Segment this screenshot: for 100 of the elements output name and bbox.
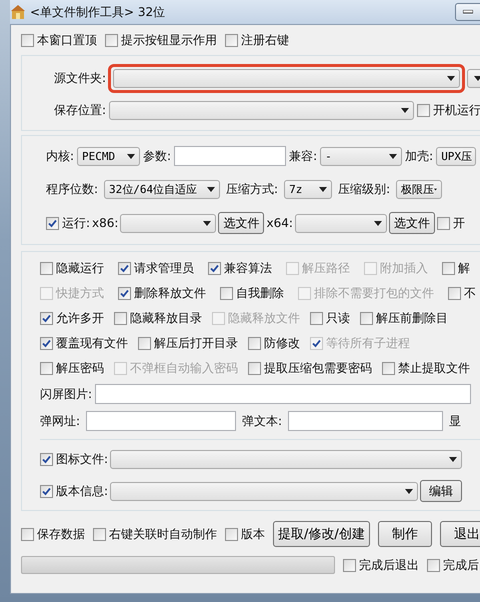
field-label: 弹文本: xyxy=(242,412,282,430)
field-label: 压缩方式: xyxy=(226,180,278,198)
checkbox[interactable] xyxy=(21,528,34,540)
checkbox[interactable] xyxy=(248,337,261,350)
choose-file-button[interactable]: 选文件 xyxy=(388,212,435,234)
checkbox[interactable] xyxy=(40,262,53,275)
checkbox[interactable] xyxy=(114,312,127,325)
minimize-button[interactable] xyxy=(455,3,480,21)
popup-text-field[interactable] xyxy=(288,411,444,431)
checkbox[interactable] xyxy=(225,34,238,46)
checkbox[interactable] xyxy=(21,34,34,46)
dropdown-arrow-icon xyxy=(447,76,456,80)
checkbox[interactable] xyxy=(208,262,221,275)
checkbox-label: 完成后退出 xyxy=(359,556,419,574)
checkbox[interactable] xyxy=(442,262,455,275)
checkbox-label: 不 xyxy=(464,285,476,302)
params-field[interactable] xyxy=(174,146,286,166)
splash-image-field[interactable] xyxy=(95,384,472,404)
checkbox-label: 本窗口置顶 xyxy=(37,32,97,48)
field-label: 兼容: xyxy=(289,148,318,164)
checkbox-label: 图标文件: xyxy=(56,450,108,468)
checkbox-label: 右键关联时自动制作 xyxy=(109,526,217,542)
core-combo[interactable]: PECMD xyxy=(77,146,140,166)
edit-button[interactable]: 编辑 xyxy=(420,480,462,502)
checkbox-label: 解压密码 xyxy=(56,360,104,377)
dropdown-arrow-icon xyxy=(319,186,328,192)
checkbox[interactable] xyxy=(225,528,238,540)
checkbox[interactable] xyxy=(46,216,59,230)
checkbox-label: 等待所有子进程 xyxy=(326,335,410,352)
checkbox[interactable] xyxy=(310,312,323,325)
compat-combo[interactable]: - xyxy=(320,146,402,166)
checkbox-label: 隐藏释放文件 xyxy=(228,310,300,327)
checkbox[interactable] xyxy=(417,104,430,116)
dropdown-arrow-icon xyxy=(474,76,480,80)
dropdown-arrow-icon xyxy=(127,154,136,158)
save-location-combo[interactable] xyxy=(109,100,414,120)
app-icon xyxy=(10,4,26,20)
checkbox[interactable] xyxy=(118,287,131,300)
choose-file-button[interactable]: 选文件 xyxy=(218,212,264,234)
checkbox-label: 请求管理员 xyxy=(134,260,194,277)
checkbox-label: 兼容算法 xyxy=(224,260,272,277)
popup-url-field[interactable] xyxy=(86,411,236,431)
minimize-icon xyxy=(463,10,473,14)
checkbox-label: 禁止提取文件 xyxy=(398,360,470,377)
checkbox-label: 覆盖现有文件 xyxy=(56,335,128,352)
checkbox[interactable] xyxy=(382,362,395,375)
checkbox-label: 只读 xyxy=(326,310,350,327)
checkbox-label: 运行: xyxy=(62,214,90,232)
checkbox[interactable] xyxy=(427,558,440,572)
checkbox[interactable] xyxy=(105,34,118,46)
dropdown-arrow-icon xyxy=(203,220,212,226)
checkbox[interactable] xyxy=(40,452,53,466)
packer-combo[interactable]: UPX压 xyxy=(436,146,476,166)
icon-file-combo[interactable] xyxy=(110,450,462,468)
checkbox-label: 开 xyxy=(452,214,465,232)
field-label: 弹网址: xyxy=(40,412,80,430)
checkbox[interactable] xyxy=(40,362,53,375)
checkbox-label: 解压前删除目 xyxy=(376,310,448,327)
x64-combo[interactable] xyxy=(294,214,387,232)
checkbox[interactable] xyxy=(343,558,356,572)
checkbox[interactable] xyxy=(220,287,233,300)
window-title: <单文件制作工具> 32位 xyxy=(30,4,166,20)
checkbox[interactable] xyxy=(360,312,373,325)
checkbox[interactable] xyxy=(93,528,106,540)
checkbox-label: 防修改 xyxy=(264,335,300,352)
checkbox[interactable] xyxy=(40,337,53,350)
field-label: x86: xyxy=(92,216,118,230)
dropdown-arrow-icon xyxy=(374,220,382,226)
checkbox-label: 版本 xyxy=(241,526,265,542)
checkbox[interactable] xyxy=(436,216,450,230)
compression-combo[interactable]: 7z xyxy=(284,180,332,198)
action-button[interactable]: 提取/修改/创建 xyxy=(273,521,370,547)
checkbox-label: 版本信息: xyxy=(56,482,108,500)
field-label: 参数: xyxy=(143,148,172,164)
checkbox-label: 不弹框自动输入密码 xyxy=(130,360,238,377)
checkbox[interactable] xyxy=(448,287,461,300)
action-button[interactable]: 制作 xyxy=(378,521,432,547)
source-folder-combo[interactable] xyxy=(113,68,460,88)
checkbox[interactable] xyxy=(248,362,261,375)
checkbox-label: 附加插入 xyxy=(380,260,428,277)
version-info-combo[interactable] xyxy=(110,482,418,500)
checkbox[interactable] xyxy=(118,262,131,275)
checkbox-label: 隐藏释放目录 xyxy=(130,310,202,327)
dropdown-arrow-icon xyxy=(389,154,398,158)
checkbox-label: 解压后打开目录 xyxy=(154,335,238,352)
action-button[interactable]: 退出 xyxy=(440,521,480,547)
field-label: 闪屏图片: xyxy=(40,386,92,402)
checkbox[interactable] xyxy=(138,337,151,350)
x86-combo[interactable] xyxy=(120,214,216,232)
dropdown-arrow-icon xyxy=(401,108,410,112)
field-label: 保存位置: xyxy=(54,102,106,118)
bits-combo[interactable]: 32位/64位自适应 xyxy=(104,180,220,198)
compression-level-combo[interactable]: 极限压 xyxy=(396,180,442,198)
checkbox-label: 自我删除 xyxy=(236,285,284,302)
checkbox[interactable] xyxy=(40,484,53,498)
checkbox-label: 解压路径 xyxy=(302,260,350,277)
checkbox-label: 完成后 xyxy=(443,556,479,574)
checkbox[interactable] xyxy=(40,312,53,325)
dropdown-arrow-icon xyxy=(449,456,458,462)
checkbox-label: 解 xyxy=(458,260,470,277)
